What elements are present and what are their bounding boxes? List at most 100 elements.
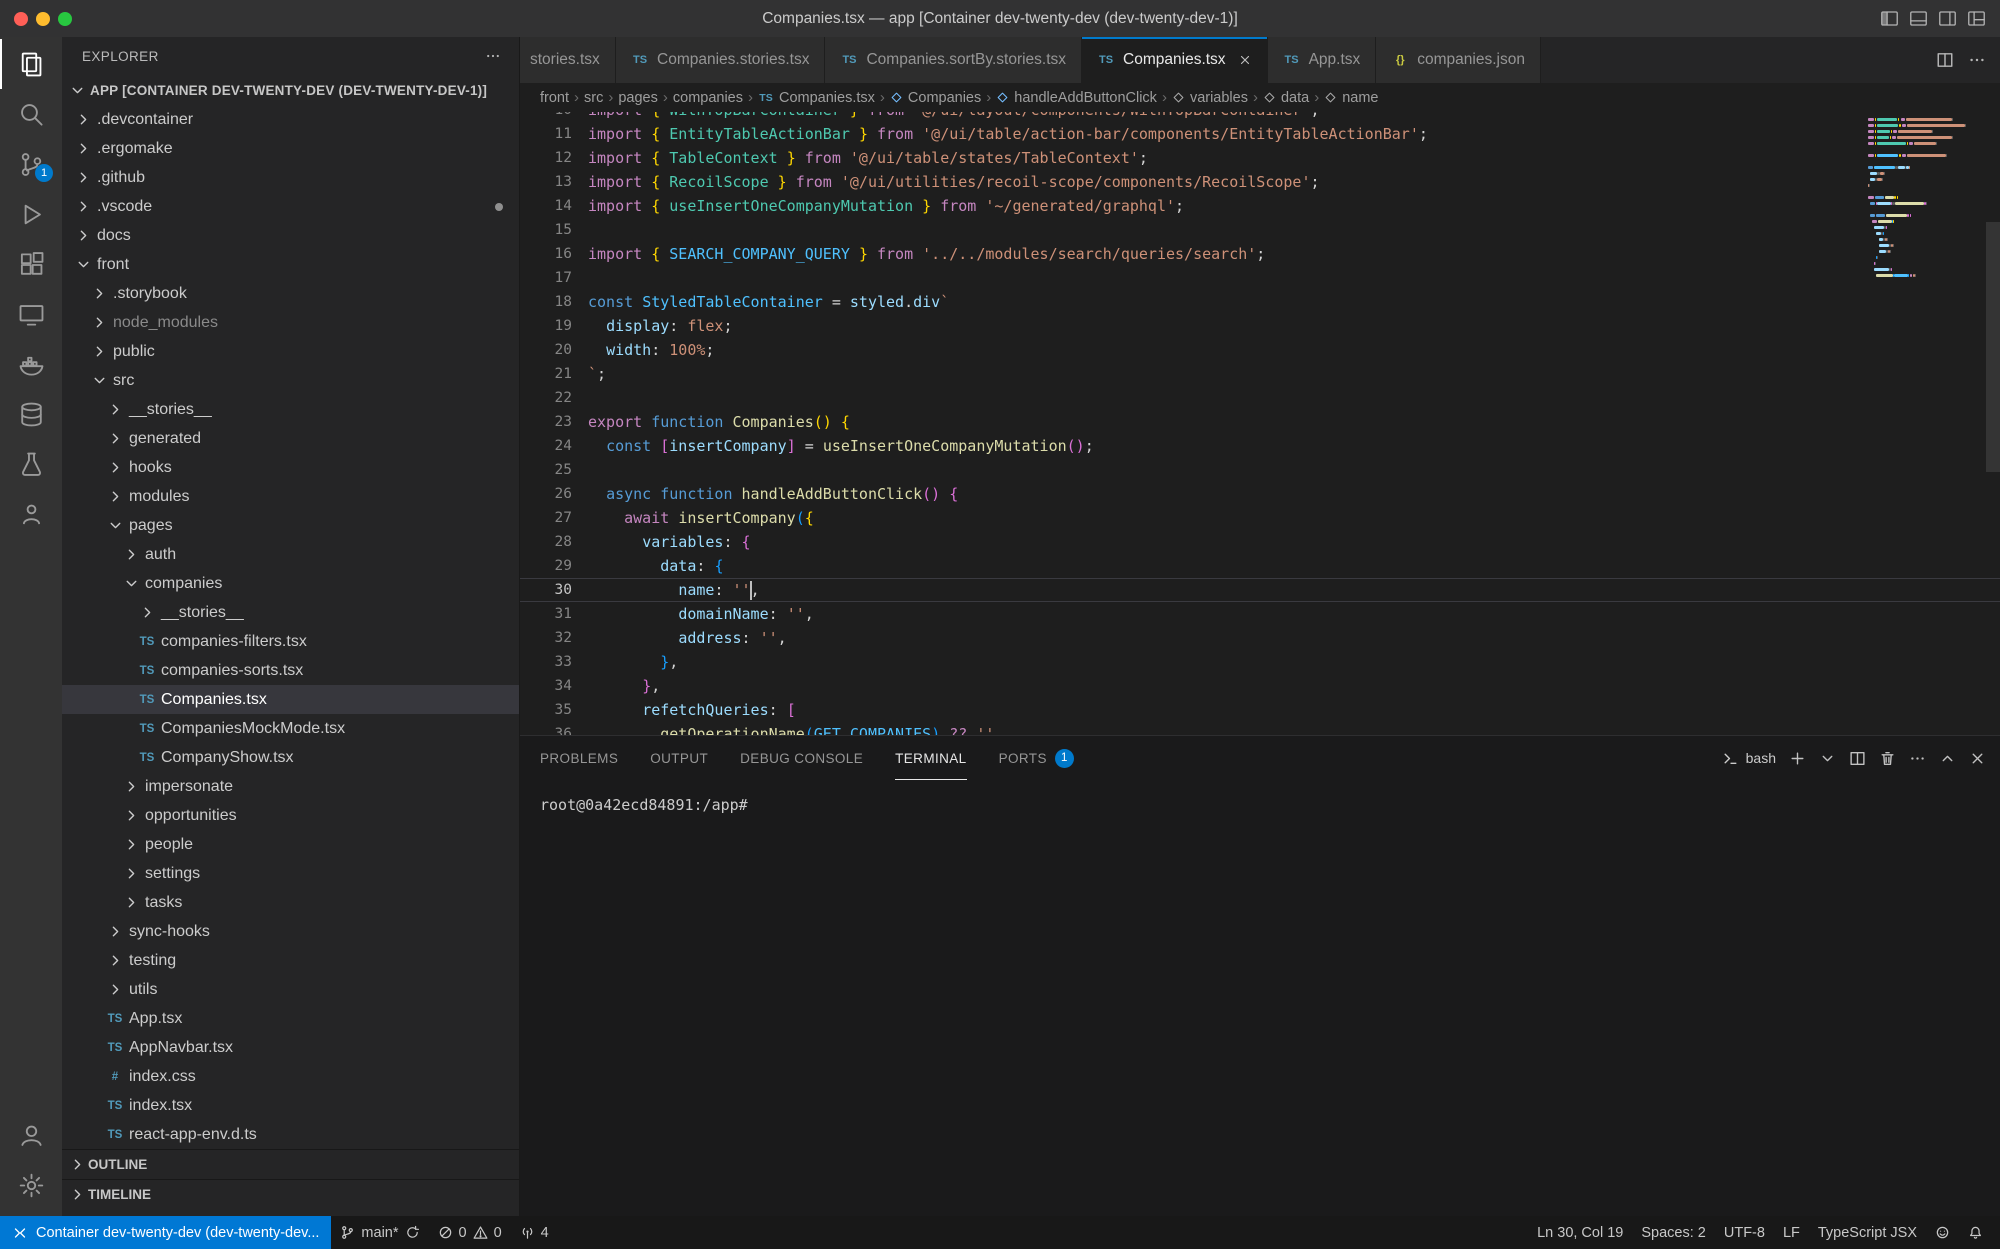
activity-run-debug[interactable] xyxy=(0,189,62,239)
timeline-section[interactable]: TIMELINE xyxy=(62,1179,519,1209)
breadcrumb-item-front[interactable]: front xyxy=(538,90,571,106)
folder-.vscode[interactable]: .vscode xyxy=(62,192,519,221)
views-and-more-actions-icon[interactable] xyxy=(485,48,501,64)
file-index.css[interactable]: #index.css xyxy=(62,1062,519,1091)
panel-tab-terminal[interactable]: TERMINAL xyxy=(895,736,966,780)
new-terminal-button[interactable] xyxy=(1789,750,1806,767)
status-feedback[interactable] xyxy=(1926,1216,1959,1249)
status-cursor-position[interactable]: Ln 30, Col 19 xyxy=(1528,1216,1632,1249)
status-language-mode[interactable]: TypeScript JSX xyxy=(1809,1216,1926,1249)
panel-more-actions-icon[interactable] xyxy=(1909,750,1926,767)
folder-settings[interactable]: settings xyxy=(62,859,519,888)
status-ports-forwarded[interactable]: 4 xyxy=(511,1216,558,1249)
kill-terminal-button[interactable] xyxy=(1879,750,1896,767)
remote-indicator[interactable]: Container dev-twenty-dev (dev-twenty-dev… xyxy=(0,1216,331,1249)
outline-section[interactable]: OUTLINE xyxy=(62,1149,519,1179)
file-companies-sorts.tsx[interactable]: TScompanies-sorts.tsx xyxy=(62,656,519,685)
folder-__stories__[interactable]: __stories__ xyxy=(62,598,519,627)
breadcrumb-item-variables[interactable]: variables xyxy=(1170,90,1250,106)
close-tab-icon[interactable] xyxy=(1238,53,1252,67)
activity-settings[interactable] xyxy=(0,1160,62,1210)
tab-Companies.stories.tsx[interactable]: TSCompanies.stories.tsx xyxy=(616,37,825,83)
tab-stories.tsx[interactable]: stories.tsx xyxy=(520,37,616,83)
code-editor[interactable]: 10import { WithTopBarContainer } from '@… xyxy=(520,112,2000,735)
close-window-button[interactable] xyxy=(14,12,28,26)
file-CompanyShow.tsx[interactable]: TSCompanyShow.tsx xyxy=(62,743,519,772)
folder-auth[interactable]: auth xyxy=(62,540,519,569)
layout-customize-icon[interactable] xyxy=(1967,9,1986,28)
terminal-dropdown-icon[interactable] xyxy=(1819,750,1836,767)
breadcrumb-item-pages[interactable]: pages xyxy=(616,90,660,106)
status-notifications[interactable] xyxy=(1959,1216,1992,1249)
status-problems[interactable]: 00 xyxy=(429,1216,511,1249)
breadcrumb-item-src[interactable]: src xyxy=(582,90,605,106)
tab-companies.json[interactable]: {}companies.json xyxy=(1376,37,1541,83)
folder-.devcontainer[interactable]: .devcontainer xyxy=(62,105,519,134)
folder-.github[interactable]: .github xyxy=(62,163,519,192)
file-react-app-env.d.ts[interactable]: TSreact-app-env.d.ts xyxy=(62,1120,519,1149)
breadcrumb-item-name[interactable]: name xyxy=(1322,90,1380,106)
file-Companies.tsx[interactable]: TSCompanies.tsx xyxy=(62,685,519,714)
activity-explorer[interactable] xyxy=(0,39,62,89)
breadcrumb-item-companies[interactable]: companies xyxy=(671,90,745,106)
file-companies-filters.tsx[interactable]: TScompanies-filters.tsx xyxy=(62,627,519,656)
breadcrumb-item-Companies[interactable]: Companies xyxy=(888,90,983,106)
tab-Companies.tsx[interactable]: TSCompanies.tsx xyxy=(1082,37,1268,83)
folder-front[interactable]: front xyxy=(62,250,519,279)
folder-hooks[interactable]: hooks xyxy=(62,453,519,482)
tab-Companies.sortBy.stories.tsx[interactable]: TSCompanies.sortBy.stories.tsx xyxy=(825,37,1082,83)
shell-selector[interactable]: bash xyxy=(1722,750,1776,767)
breadcrumb-item-Companies.tsx[interactable]: TSCompanies.tsx xyxy=(756,90,877,106)
editor-scrollbar[interactable] xyxy=(1986,222,2000,472)
folder-sync-hooks[interactable]: sync-hooks xyxy=(62,917,519,946)
activity-extensions[interactable] xyxy=(0,239,62,289)
folder-people[interactable]: people xyxy=(62,830,519,859)
layout-sidebar-left-icon[interactable] xyxy=(1880,9,1899,28)
maximize-panel-button[interactable] xyxy=(1939,750,1956,767)
breadcrumb-item-data[interactable]: data xyxy=(1261,90,1311,106)
folder-docs[interactable]: docs xyxy=(62,221,519,250)
status-eol[interactable]: LF xyxy=(1774,1216,1809,1249)
folder-modules[interactable]: modules xyxy=(62,482,519,511)
zoom-window-button[interactable] xyxy=(58,12,72,26)
folder-opportunities[interactable]: opportunities xyxy=(62,801,519,830)
activity-accounts[interactable] xyxy=(0,1110,62,1160)
panel-tab-ports[interactable]: PORTS1 xyxy=(999,736,1074,780)
folder-generated[interactable]: generated xyxy=(62,424,519,453)
minimize-window-button[interactable] xyxy=(36,12,50,26)
folder-.storybook[interactable]: .storybook xyxy=(62,279,519,308)
file-App.tsx[interactable]: TSApp.tsx xyxy=(62,1004,519,1033)
panel-tab-output[interactable]: OUTPUT xyxy=(650,736,708,780)
folder-public[interactable]: public xyxy=(62,337,519,366)
status-indentation[interactable]: Spaces: 2 xyxy=(1632,1216,1715,1249)
status-encoding[interactable]: UTF-8 xyxy=(1715,1216,1774,1249)
activity-remote-explorer[interactable] xyxy=(0,289,62,339)
workspace-section-header[interactable]: APP [CONTAINER DEV-TWENTY-DEV (DEV-TWENT… xyxy=(62,75,519,105)
panel-tab-debug-console[interactable]: DEBUG CONSOLE xyxy=(740,736,863,780)
file-index.tsx[interactable]: TSindex.tsx xyxy=(62,1091,519,1120)
folder-utils[interactable]: utils xyxy=(62,975,519,1004)
terminal-output[interactable]: root@0a42ecd84891:/app# xyxy=(520,780,2000,1216)
minimap[interactable] xyxy=(1868,112,1986,280)
activity-source-control[interactable]: 1 xyxy=(0,139,62,189)
activity-docker[interactable] xyxy=(0,339,62,389)
layout-sidebar-right-icon[interactable] xyxy=(1938,9,1957,28)
folder-pages[interactable]: pages xyxy=(62,511,519,540)
status-git-branch[interactable]: main* xyxy=(331,1216,428,1249)
close-panel-button[interactable] xyxy=(1969,750,1986,767)
activity-testing[interactable] xyxy=(0,439,62,489)
folder-.ergomake[interactable]: .ergomake xyxy=(62,134,519,163)
file-AppNavbar.tsx[interactable]: TSAppNavbar.tsx xyxy=(62,1033,519,1062)
folder-node_modules[interactable]: node_modules xyxy=(62,308,519,337)
folder-tasks[interactable]: tasks xyxy=(62,888,519,917)
tab-App.tsx[interactable]: TSApp.tsx xyxy=(1268,37,1377,83)
split-terminal-button[interactable] xyxy=(1849,750,1866,767)
folder-companies[interactable]: companies xyxy=(62,569,519,598)
split-editor-button[interactable] xyxy=(1936,51,1954,69)
more-actions-icon[interactable] xyxy=(1968,51,1986,69)
file-CompaniesMockMode.tsx[interactable]: TSCompaniesMockMode.tsx xyxy=(62,714,519,743)
folder-testing[interactable]: testing xyxy=(62,946,519,975)
folder-__stories__[interactable]: __stories__ xyxy=(62,395,519,424)
panel-tab-problems[interactable]: PROBLEMS xyxy=(540,736,618,780)
breadcrumb-item-handleAddButtonClick[interactable]: handleAddButtonClick xyxy=(994,90,1159,106)
